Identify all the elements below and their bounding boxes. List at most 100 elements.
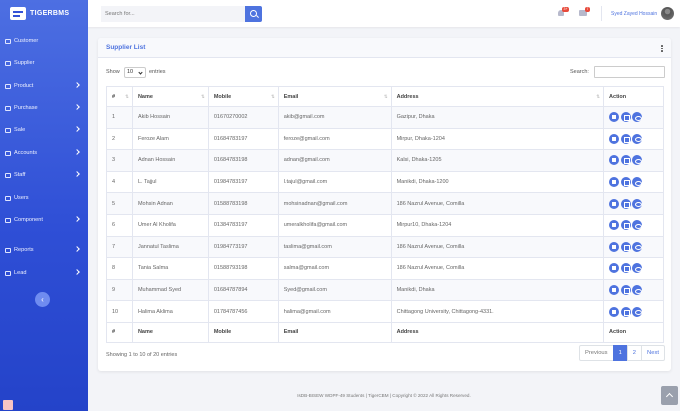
pagination-page-2[interactable]: 2 — [626, 345, 643, 361]
table-cell: Syed@gmail.com — [277, 278, 392, 302]
edit-button[interactable] — [620, 241, 631, 252]
column-header-label: Name — [137, 93, 153, 100]
column-header-mobile[interactable]: Mobile ⇅ — [207, 86, 279, 107]
view-button[interactable] — [632, 241, 643, 252]
table-cell: 10 — [106, 300, 133, 323]
search-button[interactable] — [245, 6, 262, 22]
edit-button[interactable] — [620, 285, 631, 296]
delete-button[interactable] — [609, 263, 620, 274]
column-header-label: Action — [609, 93, 627, 100]
table-cell: Umer Al Kholifa — [131, 213, 209, 237]
show-label: Show — [106, 69, 120, 75]
view-button[interactable] — [632, 306, 643, 317]
table-cell: Tania Salma — [131, 257, 209, 280]
table-cell: 9 — [106, 278, 133, 302]
table-cell: halima@gmail.com — [277, 300, 392, 323]
sidebar-item-supplier[interactable]: Supplier — [0, 52, 88, 74]
table-row: 2 Feroze Alam 01684783197 feroze@gmail.com M… — [106, 127, 664, 151]
sidebar-item-customer[interactable]: Customer — [0, 30, 88, 52]
view-button[interactable] — [632, 263, 643, 274]
edit-button[interactable] — [620, 133, 631, 144]
sidebar-item-staff[interactable]: Staff — [0, 164, 88, 186]
column-header-label: Mobile — [213, 329, 232, 336]
table-cell: 3 — [106, 149, 133, 172]
column-header-label: Address — [396, 329, 419, 336]
table-search-input[interactable] — [594, 66, 665, 78]
sidebar-item-users[interactable]: Users — [0, 187, 88, 209]
column-header-email[interactable]: Email ⇅ — [277, 86, 392, 107]
delete-button[interactable] — [609, 177, 620, 188]
search-input[interactable] — [101, 6, 246, 22]
pagination-page-1[interactable]: 1 — [612, 345, 628, 361]
table-cell: Mohsin Adnan — [131, 192, 209, 215]
table-cell: 01684787894 — [207, 278, 279, 302]
column-header-number[interactable]: # ⇅ — [106, 86, 133, 107]
table-cell: Akib Hossain — [131, 106, 209, 129]
table-cell: feroze@gmail.com — [277, 127, 392, 151]
avatar[interactable] — [661, 7, 674, 20]
user-name[interactable]: Syed Zayed Hossain — [611, 11, 657, 17]
scroll-to-top-button[interactable] — [661, 386, 678, 405]
kebab-menu-icon[interactable] — [661, 45, 663, 52]
delete-button[interactable] — [609, 220, 620, 231]
edit-button[interactable] — [620, 112, 631, 123]
action-cell — [603, 235, 664, 259]
chevron-right-icon — [74, 104, 80, 110]
table-cell: 01384783197 — [207, 213, 279, 237]
table-cell: 5 — [106, 192, 133, 215]
sidebar-item-product[interactable]: Product — [0, 75, 88, 97]
table-cell: Jannatul Taslima — [131, 235, 209, 259]
delete-button[interactable] — [609, 112, 620, 123]
table-cell: Feroze Alam — [131, 127, 209, 151]
sidebar-collapse-button[interactable]: ‹ — [35, 292, 50, 307]
entries-select[interactable]: 10 — [124, 67, 146, 78]
sidebar-item-component[interactable]: Component — [0, 209, 88, 231]
supplier-table: # ⇅ Name ⇅ Mobile ⇅ Email ⇅ Address ⇅ Action 1 Akib… — [106, 86, 664, 343]
table-cell: 1 — [106, 106, 133, 129]
card-title: Supplier List — [106, 44, 146, 51]
view-button[interactable] — [632, 198, 643, 209]
edit-button[interactable] — [620, 198, 631, 209]
delete-button[interactable] — [609, 133, 620, 144]
view-button[interactable] — [632, 133, 643, 144]
table-row: 4 L. Tajjul 01984783197 l.tajul@gmail.com Ma… — [106, 170, 664, 194]
table-cell: adnan@gmail.com — [277, 149, 392, 172]
view-button[interactable] — [632, 285, 643, 296]
column-header-address[interactable]: Address ⇅ — [390, 86, 605, 107]
view-button[interactable] — [632, 112, 643, 123]
view-button[interactable] — [632, 155, 643, 166]
edit-button[interactable] — [620, 306, 631, 317]
table-cell: taslima@gmail.com — [277, 235, 392, 259]
sidebar-item-sale[interactable]: Sale — [0, 119, 88, 141]
table-cell: 186 Nazrul Avenue, Comilla — [390, 192, 605, 215]
view-button[interactable] — [632, 220, 643, 231]
edit-button[interactable] — [620, 263, 631, 274]
column-header-number: # — [106, 321, 133, 343]
table-cell: 01588783198 — [207, 192, 279, 215]
table-cell: salma@gmail.com — [277, 257, 392, 280]
view-button[interactable] — [632, 177, 643, 188]
column-header-label: # — [112, 329, 116, 336]
pagination-next-button[interactable]: Next — [641, 345, 665, 361]
delete-button[interactable] — [609, 155, 620, 166]
sort-icon: ⇅ — [270, 94, 275, 99]
brand[interactable]: TIGERBMS — [0, 0, 88, 27]
delete-button[interactable] — [609, 198, 620, 209]
edit-button[interactable] — [620, 155, 631, 166]
sidebar-item-label: Supplier — [14, 60, 35, 66]
table-cell: 8 — [106, 257, 133, 280]
edit-button[interactable] — [620, 177, 631, 188]
corner-thumbnail — [3, 400, 13, 410]
delete-button[interactable] — [609, 241, 620, 252]
column-header-name[interactable]: Name ⇅ — [131, 86, 209, 107]
sidebar-item-lead[interactable]: Lead — [0, 262, 88, 284]
sidebar-item-purchase[interactable]: Purchase — [0, 97, 88, 119]
sidebar-item-accounts[interactable]: Accounts — [0, 142, 88, 164]
sidebar-item-reports[interactable]: Reports — [0, 239, 88, 261]
pagination-previous-button[interactable]: Previous — [579, 345, 614, 361]
table-cell: akib@gmail.com — [277, 106, 392, 129]
delete-button[interactable] — [609, 285, 620, 296]
action-cell — [603, 149, 664, 172]
delete-button[interactable] — [609, 306, 620, 317]
edit-button[interactable] — [620, 220, 631, 231]
